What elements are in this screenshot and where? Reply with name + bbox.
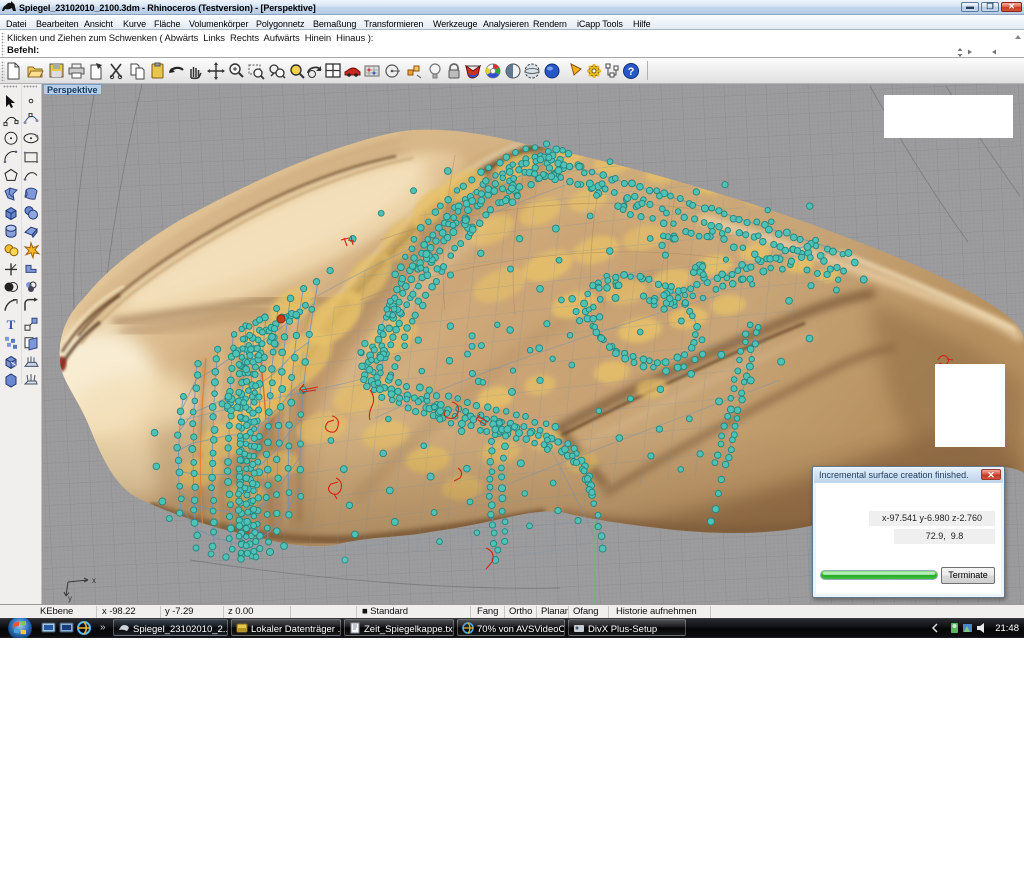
svg-text:y: y (68, 594, 72, 603)
svg-text:?: ? (628, 66, 635, 78)
svg-text:»: » (100, 622, 106, 633)
svg-text:x: x (92, 576, 96, 585)
svg-text:T: T (7, 317, 16, 332)
